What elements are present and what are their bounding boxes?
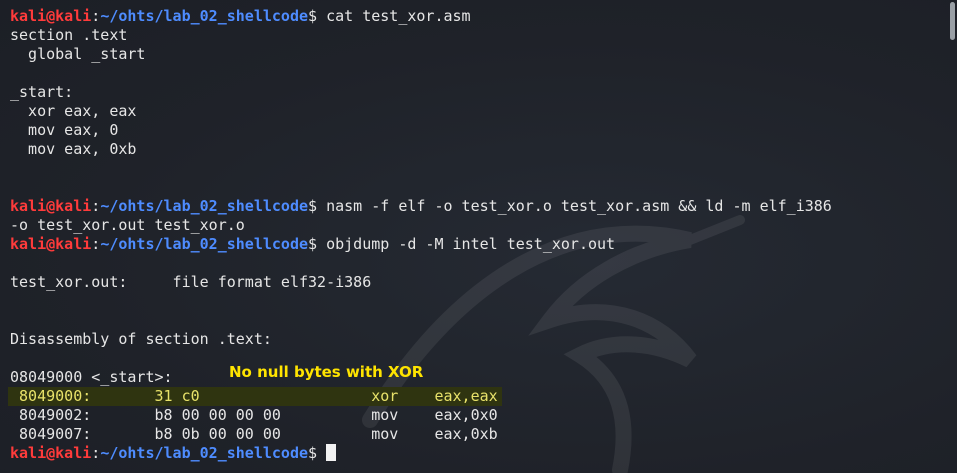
output-line: mov eax, 0xb xyxy=(10,140,137,158)
prompt-separator: : xyxy=(91,235,101,253)
prompt-user-host: kali@kali xyxy=(10,197,92,215)
prompt-symbol: $ xyxy=(308,197,327,215)
output-line: mov eax, 0 xyxy=(10,121,119,139)
prompt-line: kali@kali:~/ohts/lab_02_shellcode$ nasm … xyxy=(10,197,832,216)
prompt-user-host: kali@kali xyxy=(10,235,92,253)
output-line: 8049007: b8 0b 00 00 00 mov eax,0xb xyxy=(10,425,498,443)
output-line: Disassembly of section .text: xyxy=(10,330,272,348)
output-line: -o test_xor.out test_xor.o xyxy=(10,216,245,234)
prompt-separator: : xyxy=(91,197,101,215)
prompt-path: ~/ohts/lab_02_shellcode xyxy=(100,7,309,25)
prompt-line: kali@kali:~/ohts/lab_02_shellcode$ cat t… xyxy=(10,7,832,26)
terminal-scrollbar[interactable] xyxy=(948,0,957,473)
prompt-symbol: $ xyxy=(308,444,327,462)
prompt-user-host: kali@kali xyxy=(10,7,92,25)
prompt-path: ~/ohts/lab_02_shellcode xyxy=(100,235,309,253)
output-line: 8049002: b8 00 00 00 00 mov eax,0x0 xyxy=(10,406,498,424)
annotation-label: No null bytes with XOR xyxy=(229,363,424,381)
highlighted-text: 8049000: 31 c0 xor eax,eax xyxy=(8,387,502,406)
output-line: xor eax, eax xyxy=(10,102,137,120)
prompt-symbol: $ xyxy=(308,7,327,25)
command-text: cat test_xor.asm xyxy=(326,7,471,25)
text-cursor[interactable] xyxy=(326,444,337,461)
prompt-path: ~/ohts/lab_02_shellcode xyxy=(100,197,309,215)
terminal-window[interactable]: kali@kali:~/ohts/lab_02_shellcode$ cat t… xyxy=(0,0,957,473)
prompt-separator: : xyxy=(91,444,101,462)
output-line: section .text xyxy=(10,26,128,44)
prompt-separator: : xyxy=(91,7,101,25)
output-line: _start: xyxy=(10,83,74,101)
prompt-line: kali@kali:~/ohts/lab_02_shellcode$ objdu… xyxy=(10,235,832,254)
prompt-line: kali@kali:~/ohts/lab_02_shellcode$ xyxy=(10,444,832,463)
output-line: global _start xyxy=(10,45,146,63)
highlighted-disasm-line: 8049000: 31 c0 xor eax,eax xyxy=(8,387,832,406)
prompt-symbol: $ xyxy=(308,235,327,253)
prompt-path: ~/ohts/lab_02_shellcode xyxy=(100,444,309,462)
command-text: nasm -f elf -o test_xor.o test_xor.asm &… xyxy=(326,197,832,215)
output-line: test_xor.out: file format elf32-i386 xyxy=(10,273,372,291)
scrollbar-thumb[interactable] xyxy=(950,2,955,40)
command-text: objdump -d -M intel test_xor.out xyxy=(326,235,616,253)
prompt-user-host: kali@kali xyxy=(10,444,92,462)
terminal-output: kali@kali:~/ohts/lab_02_shellcode$ cat t… xyxy=(8,7,832,463)
